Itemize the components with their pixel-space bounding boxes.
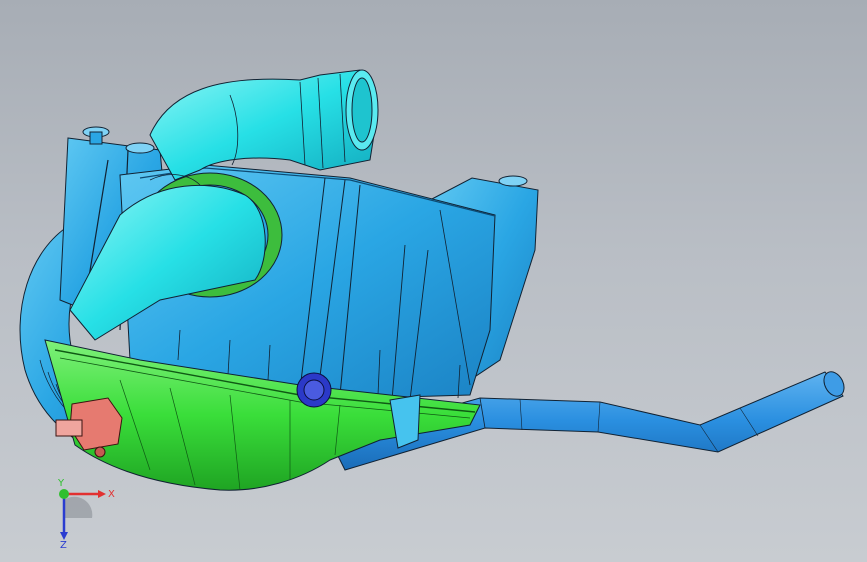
air-filter-assembly-model[interactable] <box>0 0 867 562</box>
x-arrow-icon <box>98 490 106 498</box>
z-axis-label: Z <box>60 540 67 548</box>
x-axis-label: X <box>108 489 115 500</box>
cad-viewport[interactable]: X Y Z <box>0 0 867 562</box>
y-axis-label: Y <box>57 478 65 489</box>
clip-fastener[interactable] <box>296 372 332 408</box>
triad-plane-icon <box>64 496 93 518</box>
z-arrow-icon <box>60 532 68 540</box>
coordinate-triad: X Y Z <box>57 478 115 548</box>
y-axis-icon <box>59 489 69 499</box>
